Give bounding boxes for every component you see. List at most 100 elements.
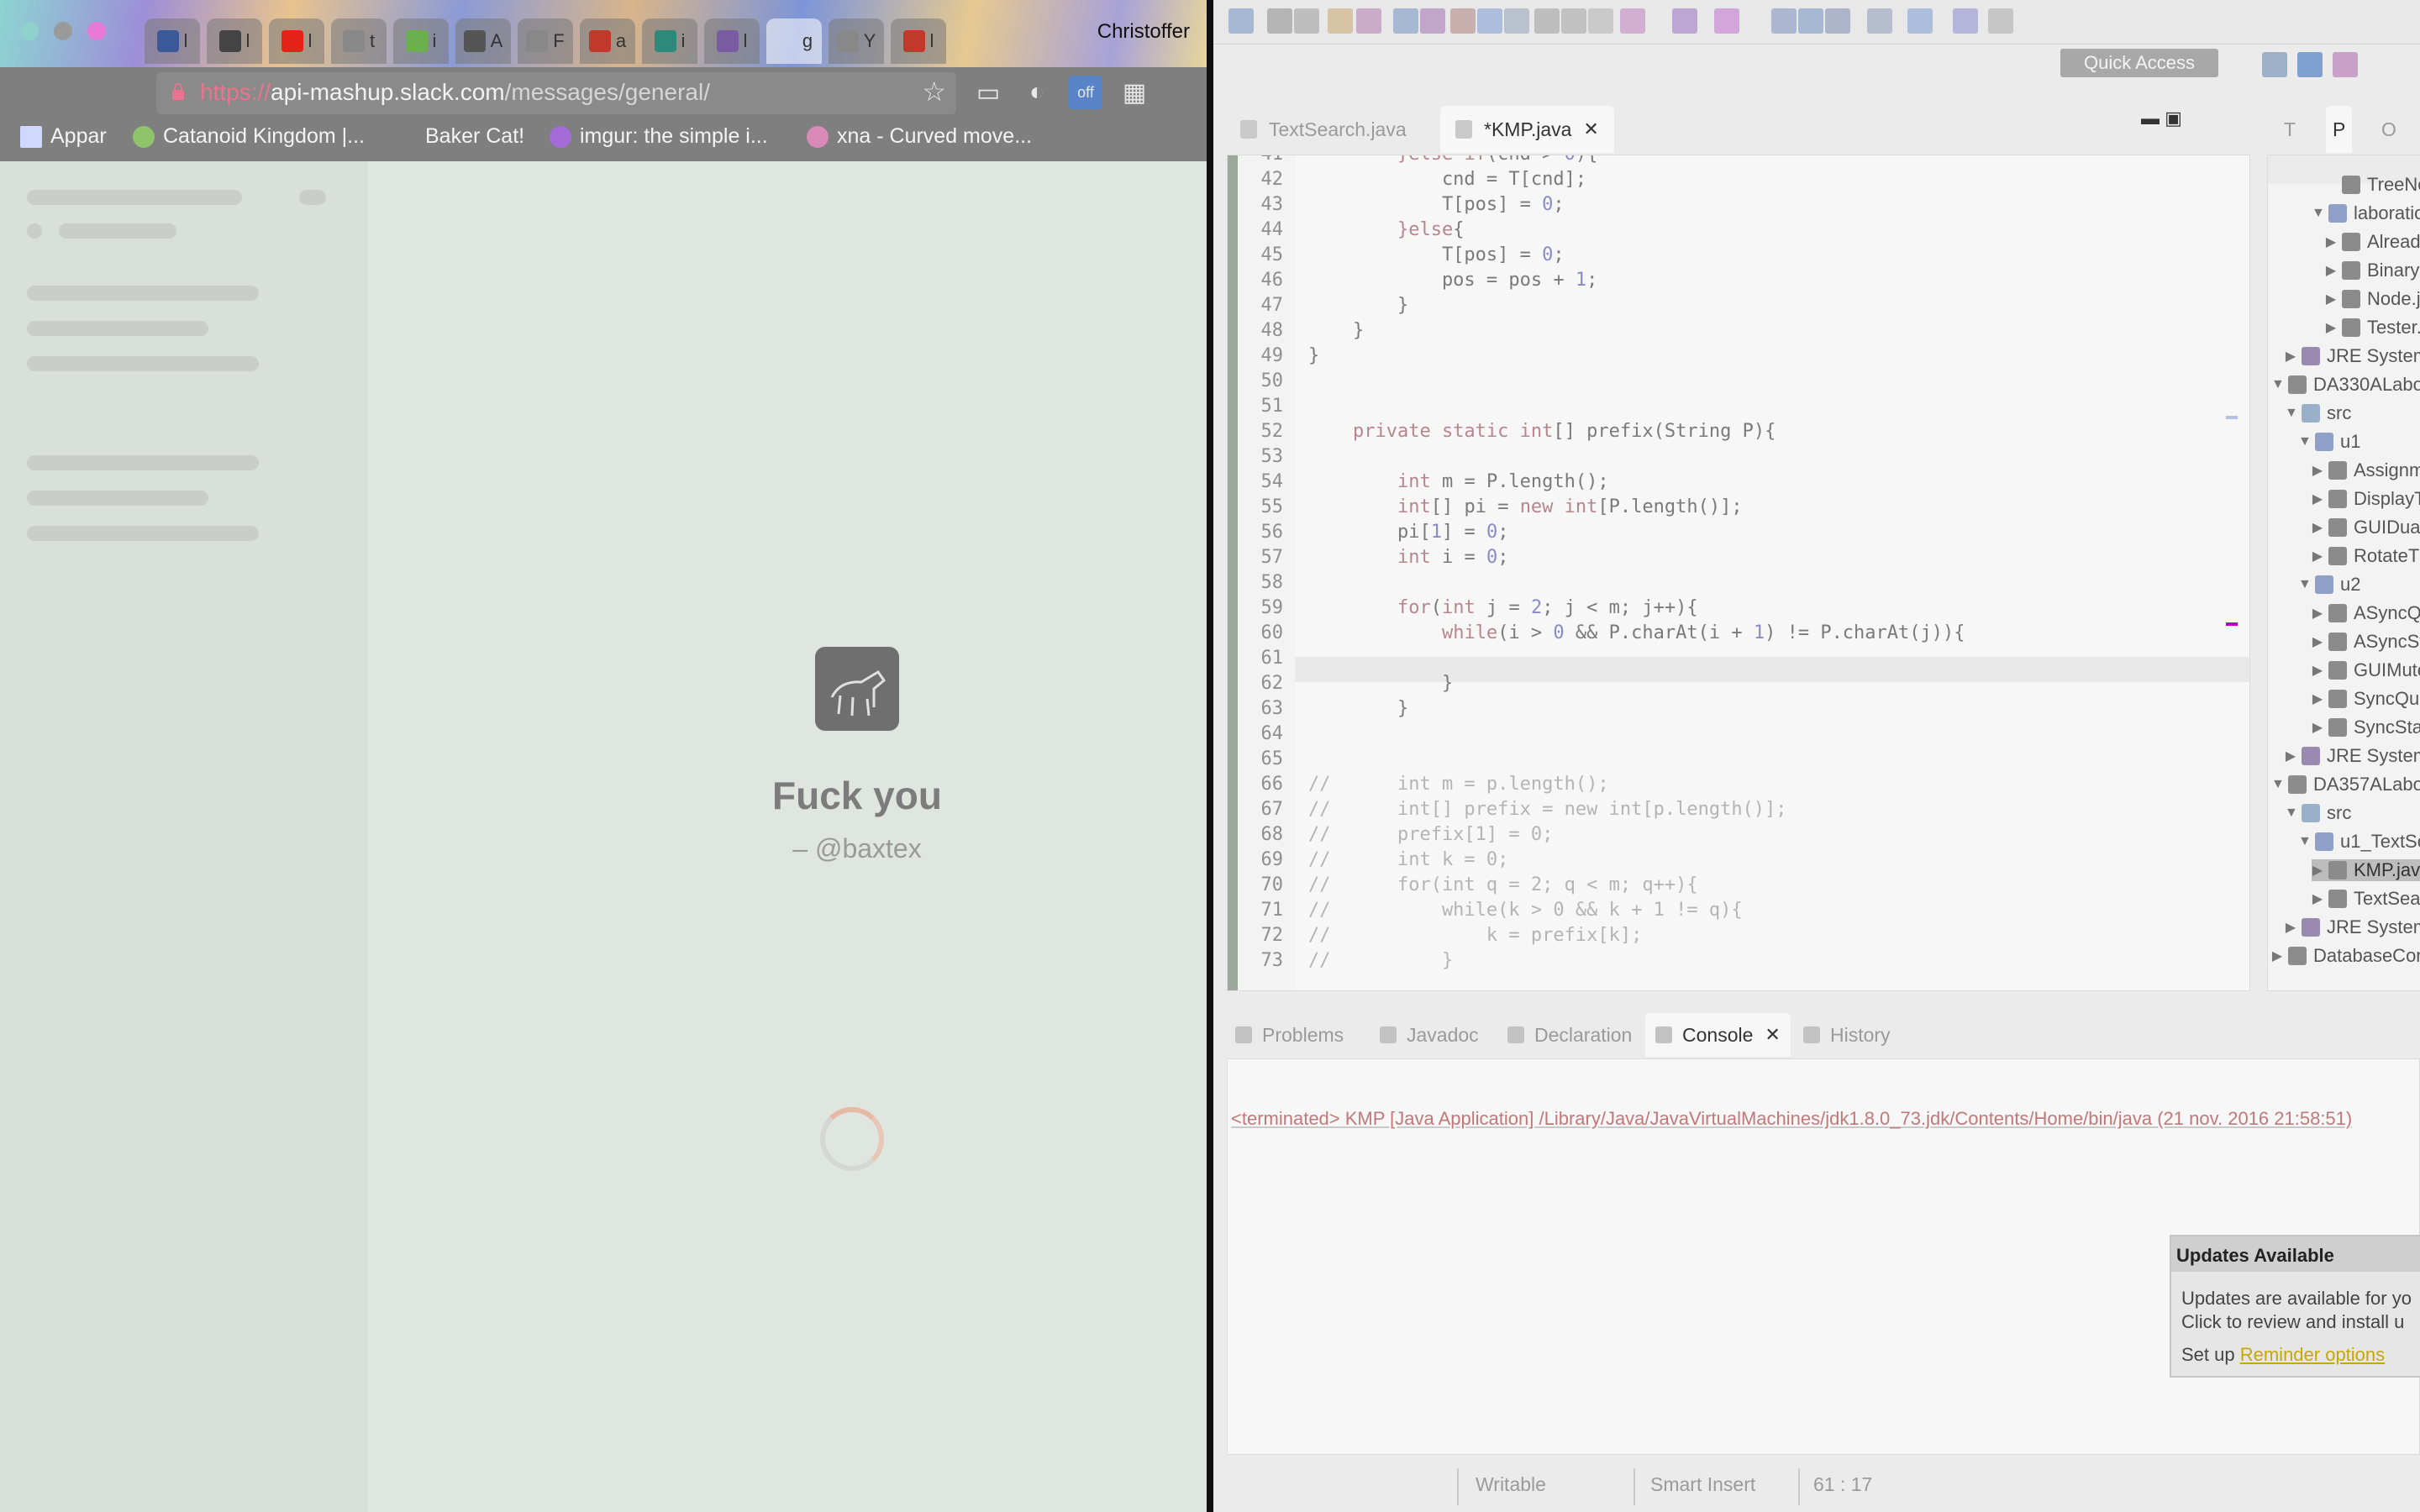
- reminder-options-link[interactable]: Reminder options: [2240, 1344, 2385, 1365]
- code-line[interactable]: }else{: [1308, 219, 1464, 240]
- debug-icon[interactable]: [1620, 8, 1645, 34]
- code-editor[interactable]: 41 }else if(cnd > 0){42 cnd = T[cnd];43 …: [1227, 155, 2250, 991]
- annotation-icon[interactable]: [1867, 8, 1892, 34]
- chevron-down-icon[interactable]: ▼: [2298, 434, 2312, 449]
- browser-tab[interactable]: i: [642, 18, 697, 64]
- browser-tab[interactable]: l: [704, 18, 760, 64]
- browser-tab[interactable]: A: [455, 18, 511, 64]
- code-line[interactable]: int m = P.length();: [1308, 471, 1609, 492]
- code-line[interactable]: // k = prefix[k];: [1308, 925, 1642, 946]
- save-all-icon[interactable]: [1294, 8, 1319, 34]
- browser-tab[interactable]: g: [766, 18, 822, 64]
- chevron-down-icon[interactable]: ▼: [2298, 577, 2312, 592]
- updates-popup[interactable]: Updates Available Updates are available …: [2170, 1235, 2420, 1378]
- new-package-icon[interactable]: [1393, 8, 1418, 34]
- chevron-right-icon[interactable]: ▶: [2312, 548, 2323, 564]
- bookmark-item[interactable]: xna - Curved move...: [807, 124, 1032, 149]
- side-view-tab[interactable]: P: [2326, 106, 2353, 153]
- chevron-right-icon[interactable]: ▶: [2312, 690, 2323, 707]
- bookmark-item[interactable]: imgur: the simple i...: [550, 124, 768, 149]
- chevron-right-icon[interactable]: ▶: [2312, 462, 2323, 479]
- tree-item[interactable]: ▶ TextSearch.java: [2312, 888, 2420, 910]
- browser-tab[interactable]: F: [518, 18, 573, 64]
- bottom-tab[interactable]: History: [1793, 1013, 1901, 1057]
- chevron-right-icon[interactable]: ▶: [2312, 662, 2323, 679]
- chevron-right-icon[interactable]: ▶: [2312, 633, 2323, 650]
- close-icon[interactable]: ✕: [1583, 118, 1598, 140]
- code-line[interactable]: }: [1308, 673, 1453, 694]
- external-tools-icon[interactable]: [1714, 8, 1739, 34]
- tree-item[interactable]: ▶ SyncStack.java: [2312, 717, 2420, 738]
- tree-item[interactable]: ▶ JRE System Library [JavaS: [2285, 745, 2420, 767]
- run-icon[interactable]: [1672, 8, 1697, 34]
- browser-tab[interactable]: t: [331, 18, 387, 64]
- package-explorer[interactable]: TreeNode.java ▼ laboration3punkt5 ▶ AlreadyE…: [2267, 155, 2420, 991]
- chevron-down-icon[interactable]: ▼: [2298, 834, 2312, 849]
- print-icon[interactable]: [1328, 8, 1353, 34]
- code-line[interactable]: // for(int q = 2; q < m; q++){: [1308, 874, 1698, 895]
- chevron-right-icon[interactable]: ▶: [2271, 948, 2283, 964]
- bookmark-item[interactable]: Baker Cat!: [425, 124, 524, 149]
- chevron-right-icon[interactable]: ▶: [2312, 862, 2323, 879]
- bottom-tab[interactable]: Javadoc: [1370, 1013, 1489, 1057]
- nav-icon[interactable]: [1907, 8, 1933, 34]
- tree-item[interactable]: ▶ DisplayThread.java: [2312, 488, 2420, 510]
- tree-item[interactable]: ▶ DatabaseConnector: [2271, 945, 2420, 967]
- forward-icon[interactable]: [1988, 8, 2013, 34]
- tree-item[interactable]: ▶ JRE System Library [JavaS: [2285, 916, 2420, 938]
- tree-item[interactable]: ▶ Tester.java: [2325, 317, 2420, 339]
- extension-calendar-icon[interactable]: ▦: [1118, 76, 1151, 109]
- url-text[interactable]: https://api-mashup.slack.com/messages/ge…: [200, 79, 710, 106]
- browser-tab[interactable]: l: [891, 18, 946, 64]
- coverage-icon[interactable]: [1477, 8, 1502, 34]
- code-line[interactable]: for(int j = 2; j < m; j++){: [1308, 597, 1698, 618]
- code-line[interactable]: int i = 0;: [1308, 547, 1508, 568]
- browser-tab[interactable]: i: [393, 18, 449, 64]
- tree-item[interactable]: ▶ GUIMutex.java: [2312, 659, 2420, 681]
- code-line[interactable]: // int m = p.length();: [1308, 774, 1609, 795]
- chevron-right-icon[interactable]: ▶: [2312, 719, 2323, 736]
- code-line[interactable]: int[] pi = new int[P.length()];: [1308, 496, 1743, 517]
- chevron-right-icon[interactable]: ▶: [2312, 519, 2323, 536]
- pin-icon[interactable]: [1588, 8, 1613, 34]
- chevron-right-icon[interactable]: ▶: [2312, 890, 2323, 907]
- tree-item[interactable]: ▶ ASyncStack.java: [2312, 631, 2420, 653]
- code-line[interactable]: // int[] prefix = new int[p.length()];: [1308, 799, 1787, 820]
- quick-access-field[interactable]: Quick Access: [2060, 49, 2218, 77]
- open-folder-icon[interactable]: [1771, 8, 1797, 34]
- code-line[interactable]: }: [1308, 698, 1408, 719]
- code-line[interactable]: cnd = T[cnd];: [1308, 169, 1586, 190]
- cast-icon[interactable]: ▭: [971, 76, 1005, 109]
- refresh-icon[interactable]: [1420, 8, 1445, 34]
- java-perspective-icon[interactable]: [2297, 52, 2323, 77]
- editor-tab[interactable]: TextSearch.java: [1225, 106, 1422, 153]
- code-line[interactable]: pi[1] = 0;: [1308, 522, 1508, 543]
- fullscreen-window-button[interactable]: [87, 22, 106, 40]
- editor-tab[interactable]: *KMP.java ✕: [1440, 106, 1614, 153]
- tree-item[interactable]: ▼ DA357ALaborationer: [2271, 774, 2420, 795]
- tree-item[interactable]: ▶ ASyncQueue.java: [2312, 602, 2420, 624]
- chevron-right-icon[interactable]: ▶: [2312, 491, 2323, 507]
- open-perspective-icon[interactable]: [2262, 52, 2287, 77]
- error-marker[interactable]: [2226, 622, 2238, 626]
- chevron-down-icon[interactable]: ▼: [2271, 777, 2285, 792]
- code-line[interactable]: }: [1308, 320, 1364, 341]
- close-icon[interactable]: ✕: [1765, 1024, 1780, 1046]
- overview-marker[interactable]: [2226, 416, 2238, 419]
- tree-item[interactable]: ▶ SyncQueue.java: [2312, 688, 2420, 710]
- tree-item[interactable]: ▼ laboration3punkt5: [2312, 202, 2420, 224]
- address-bar[interactable]: https://api-mashup.slack.com/messages/ge…: [156, 72, 956, 114]
- doc-icon[interactable]: [1534, 8, 1560, 34]
- browser-tab[interactable]: l: [207, 18, 262, 64]
- new-icon[interactable]: [1228, 8, 1254, 34]
- profile-name[interactable]: Christoffer: [1097, 20, 1190, 44]
- tree-item[interactable]: ▶ JRE System Library [JavaS: [2285, 345, 2420, 367]
- chevron-down-icon[interactable]: ▼: [2285, 806, 2298, 821]
- bottom-tab[interactable]: Console ✕: [1645, 1013, 1791, 1057]
- code-line[interactable]: }else if(cnd > 0){: [1308, 155, 1597, 165]
- browser-tab[interactable]: a: [580, 18, 635, 64]
- tree-item[interactable]: ▼ src: [2285, 802, 2351, 824]
- chevron-down-icon[interactable]: ▼: [2271, 377, 2285, 392]
- maximize-icon[interactable]: ▬ ▣: [2141, 108, 2182, 129]
- chevron-down-icon[interactable]: ▼: [2312, 206, 2325, 221]
